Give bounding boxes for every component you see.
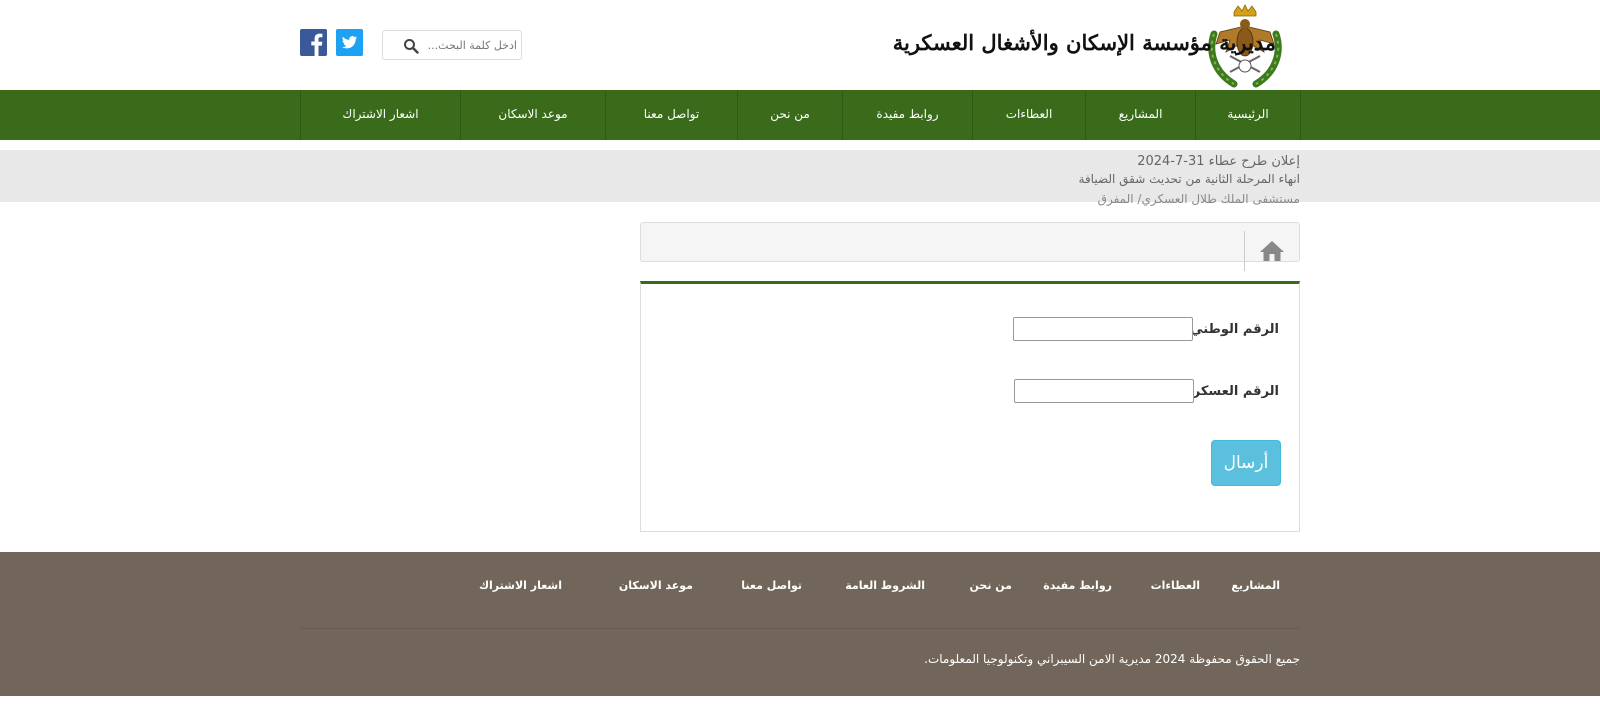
- site-header: مديرية مؤسسة الإسكان والأشغال العسكرية: [0, 0, 1600, 90]
- footer-link-tenders[interactable]: العطاءات: [1151, 579, 1200, 592]
- site-footer: المشاريع العطاءات روابط مفيدة من نحن الش…: [0, 552, 1600, 696]
- nav-item-contact[interactable]: تواصل معنا: [606, 90, 738, 140]
- nav-item-projects[interactable]: المشاريع: [1086, 90, 1196, 140]
- ticker-item[interactable]: انهاء المرحلة الثانية من تحديث شقق الضيا…: [1079, 172, 1300, 186]
- search-icon[interactable]: [403, 38, 419, 54]
- footer-link-projects[interactable]: المشاريع: [1231, 579, 1280, 592]
- breadcrumb: [640, 222, 1300, 271]
- national-id-input[interactable]: [1013, 317, 1193, 341]
- search-box: [382, 30, 522, 60]
- nav-item-subscription-notice[interactable]: اشعار الاشتراك: [301, 90, 461, 140]
- page-bottom: [0, 696, 1600, 706]
- submit-button[interactable]: أرسال: [1211, 440, 1281, 486]
- ticker-item[interactable]: مستشفى الملك طلال العسكري/ المفرق: [1098, 192, 1300, 206]
- footer-divider: [300, 628, 1300, 629]
- main-nav: الرئيسية المشاريع العطاءات روابط مفيدة م…: [0, 90, 1600, 140]
- ticker-item[interactable]: إعلان طرح عطاء 31-7-2024: [1137, 154, 1300, 169]
- nav-item-about[interactable]: من نحن: [738, 90, 843, 140]
- home-icon[interactable]: [1259, 239, 1285, 263]
- copyright-text: جميع الحقوق محفوظة 2024 مديرية الامن الس…: [924, 652, 1300, 666]
- news-ticker: إعلان طرح عطاء 31-7-2024 انهاء المرحلة ا…: [0, 150, 1600, 206]
- footer-link-subscription-notice[interactable]: اشعار الاشتراك: [479, 579, 562, 592]
- military-id-input[interactable]: [1014, 379, 1194, 403]
- nav-item-tenders[interactable]: العطاءات: [973, 90, 1086, 140]
- nav-item-home[interactable]: الرئيسية: [1196, 90, 1301, 140]
- nav-item-useful-links[interactable]: روابط مفيدة: [843, 90, 973, 140]
- footer-link-general-terms[interactable]: الشروط العامة: [845, 579, 925, 592]
- site-title: مديرية مؤسسة الإسكان والأشغال العسكرية: [892, 30, 1276, 55]
- footer-link-useful-links[interactable]: روابط مفيدة: [1043, 579, 1112, 592]
- twitter-icon[interactable]: [336, 29, 363, 56]
- search-input[interactable]: [425, 31, 517, 59]
- footer-link-housing-appointment[interactable]: موعد الاسكان: [619, 579, 693, 592]
- footer-link-about[interactable]: من نحن: [970, 579, 1013, 592]
- national-id-label: الرقم الوطني:: [1184, 322, 1279, 337]
- breadcrumb-divider: [1244, 231, 1245, 271]
- inquiry-form: الرقم الوطني: الرقم العسكري: أرسال: [640, 281, 1300, 532]
- nav-item-housing-appointment[interactable]: موعد الاسكان: [461, 90, 606, 140]
- facebook-icon[interactable]: [300, 29, 327, 56]
- footer-link-contact[interactable]: تواصل معنا: [741, 579, 802, 592]
- main-nav-inner: الرئيسية المشاريع العطاءات روابط مفيدة م…: [300, 90, 1301, 140]
